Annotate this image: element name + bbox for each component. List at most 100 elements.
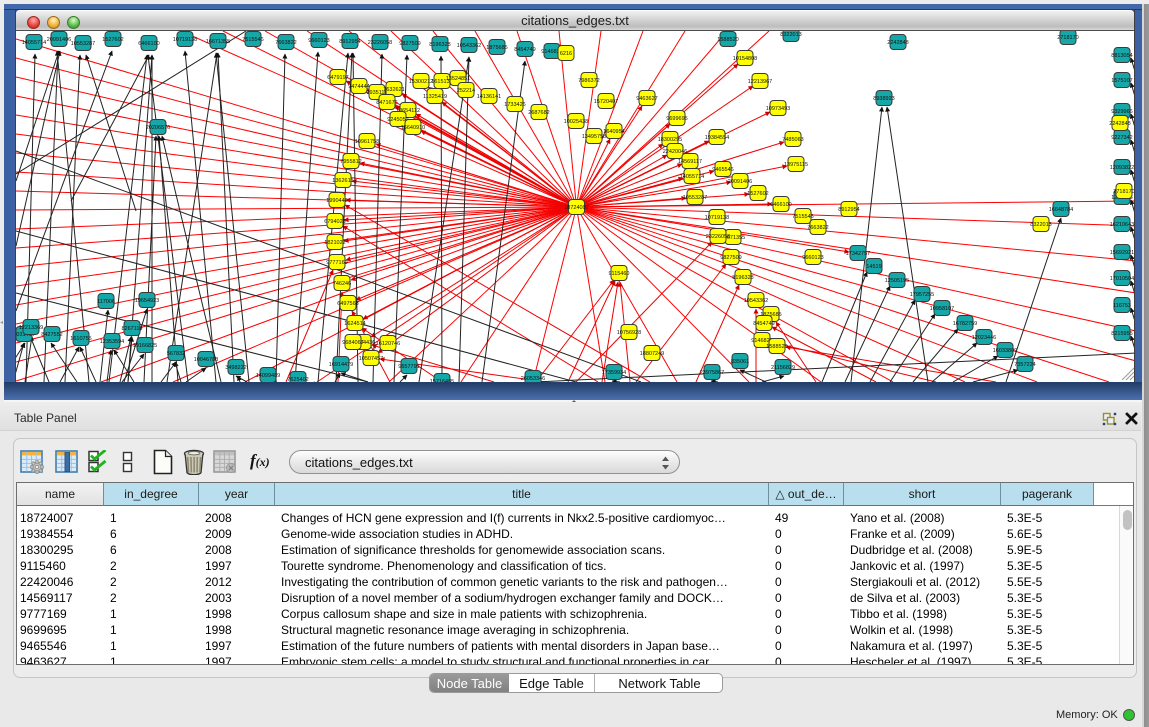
- svg-text:20206576: 20206576: [146, 125, 170, 131]
- svg-text:116753: 116753: [1113, 303, 1131, 309]
- svg-text:14099489: 14099489: [256, 373, 280, 379]
- svg-text:2242848: 2242848: [887, 40, 908, 46]
- svg-text:6497568: 6497568: [337, 301, 358, 307]
- svg-text:7357224: 7357224: [1014, 362, 1035, 368]
- svg-text:16782759: 16782759: [953, 321, 977, 327]
- svg-text:16033809: 16033809: [993, 348, 1017, 354]
- svg-text:10025438: 10025438: [564, 119, 588, 125]
- svg-text:18807249: 18807249: [640, 351, 664, 357]
- svg-text:7955812: 7955812: [340, 159, 361, 165]
- svg-text:746246: 746246: [333, 281, 351, 287]
- svg-text:7485063: 7485063: [782, 137, 803, 143]
- svg-text:7663822: 7663822: [807, 225, 828, 231]
- svg-text:7986372: 7986372: [578, 78, 599, 84]
- svg-text:1990448: 1990448: [326, 198, 347, 204]
- svg-text:10719138: 10719138: [705, 215, 729, 221]
- svg-text:16914479: 16914479: [329, 362, 353, 368]
- svg-text:7632621: 7632621: [383, 87, 404, 93]
- svg-text:14519: 14519: [866, 264, 881, 270]
- svg-text:9684067: 9684067: [342, 340, 363, 346]
- svg-text:2718170: 2718170: [1113, 189, 1134, 195]
- svg-text:10154808: 10154808: [733, 56, 757, 62]
- svg-text:6479197: 6479197: [327, 75, 348, 81]
- svg-text:7625402: 7625402: [287, 377, 308, 382]
- svg-text:835061: 835061: [731, 359, 749, 365]
- svg-text:20091406: 20091406: [47, 37, 71, 43]
- svg-text:26053346: 26053346: [521, 376, 545, 382]
- svg-text:16120746: 16120746: [376, 341, 400, 347]
- svg-text:8454749: 8454749: [514, 47, 535, 53]
- svg-text:16640910: 16640910: [401, 125, 425, 131]
- svg-text:12213369: 12213369: [19, 325, 43, 331]
- svg-text:6794023: 6794023: [324, 219, 345, 225]
- svg-text:14055714: 14055714: [22, 40, 46, 46]
- svg-text:15720407: 15720407: [594, 99, 618, 105]
- svg-text:1527602: 1527602: [102, 37, 123, 43]
- svg-text:117006: 117006: [97, 299, 115, 305]
- svg-text:8938923: 8938923: [873, 96, 894, 102]
- svg-text:6466100: 6466100: [770, 202, 791, 208]
- svg-text:8322013: 8322013: [1030, 222, 1051, 228]
- svg-text:15300212: 15300212: [409, 79, 433, 85]
- svg-text:7663822: 7663822: [275, 40, 296, 46]
- svg-text:10973493: 10973493: [766, 106, 790, 112]
- svg-text:10507457: 10507457: [359, 356, 383, 362]
- svg-text:23975867: 23975867: [700, 370, 724, 376]
- svg-text:8813054: 8813054: [1111, 53, 1132, 59]
- svg-text:1640954: 1640954: [603, 129, 624, 135]
- svg-text:10543362: 10543362: [457, 43, 481, 49]
- svg-text:12353594: 12353594: [100, 339, 124, 345]
- svg-text:12023446: 12023446: [972, 335, 996, 341]
- svg-text:14055714: 14055714: [680, 174, 704, 180]
- svg-text:17010504: 17010504: [1110, 276, 1134, 282]
- svg-text:13524851: 13524851: [446, 76, 470, 82]
- svg-text:1821022: 1821022: [324, 240, 345, 246]
- svg-text:18724007: 18724007: [564, 205, 588, 211]
- svg-text:567832: 567832: [167, 351, 185, 357]
- svg-text:1733426: 1733426: [504, 102, 525, 108]
- svg-text:2687682: 2687682: [528, 110, 549, 116]
- svg-text:9115460: 9115460: [608, 271, 629, 277]
- svg-text:21156829: 21156829: [771, 365, 795, 371]
- svg-text:9777169: 9777169: [326, 260, 347, 266]
- svg-text:17957255: 17957255: [910, 292, 934, 298]
- svg-text:17359934: 17359934: [602, 370, 626, 376]
- svg-text:1575107: 1575107: [1111, 78, 1132, 84]
- svg-text:8454749: 8454749: [753, 321, 774, 327]
- svg-text:9699695: 9699695: [666, 116, 687, 122]
- svg-text:1624514: 1624514: [344, 321, 365, 327]
- svg-text:6216: 6216: [560, 51, 572, 57]
- svg-text:19654923: 19654923: [135, 298, 159, 304]
- svg-text:12093822: 12093822: [1110, 165, 1134, 171]
- svg-text:1875685: 1875685: [486, 45, 507, 51]
- svg-text:12213967: 12213967: [748, 79, 772, 85]
- svg-text:9660123: 9660123: [802, 255, 823, 261]
- svg-text:1588520: 1588520: [766, 344, 787, 350]
- svg-text:15692921: 15692921: [1110, 250, 1134, 256]
- svg-text:9660123: 9660123: [308, 38, 329, 44]
- svg-text:16210643: 16210643: [1110, 222, 1134, 228]
- svg-text:19166825: 19166825: [133, 343, 157, 349]
- svg-text:10719138: 10719138: [173, 37, 197, 43]
- svg-text:8215955: 8215955: [1111, 331, 1132, 337]
- svg-text:9827509: 9827509: [720, 255, 741, 261]
- svg-text:2242848: 2242848: [1109, 121, 1130, 127]
- svg-text:8912954: 8912954: [339, 39, 360, 45]
- svg-text:10756928: 10756928: [617, 330, 641, 336]
- svg-text:1588520: 1588520: [717, 37, 738, 43]
- svg-text:10543362: 10543362: [744, 298, 768, 304]
- svg-text:23226058: 23226058: [368, 40, 392, 46]
- svg-text:19384554: 19384554: [705, 135, 729, 141]
- svg-text:18300295: 18300295: [658, 137, 682, 143]
- svg-text:8196328: 8196328: [732, 275, 753, 281]
- svg-text:10553287: 10553287: [71, 41, 95, 47]
- svg-text:10958107: 10958107: [930, 306, 954, 312]
- svg-text:8267110: 8267110: [121, 326, 142, 332]
- svg-text:9657791: 9657791: [398, 364, 419, 370]
- svg-text:2718170: 2718170: [1057, 35, 1078, 41]
- svg-text:7515546: 7515546: [792, 214, 813, 220]
- svg-text:8912954: 8912954: [838, 207, 859, 213]
- svg-text:3498222: 3498222: [225, 365, 246, 371]
- svg-text:13975115: 13975115: [784, 162, 808, 168]
- svg-text:14136141: 14136141: [477, 94, 501, 100]
